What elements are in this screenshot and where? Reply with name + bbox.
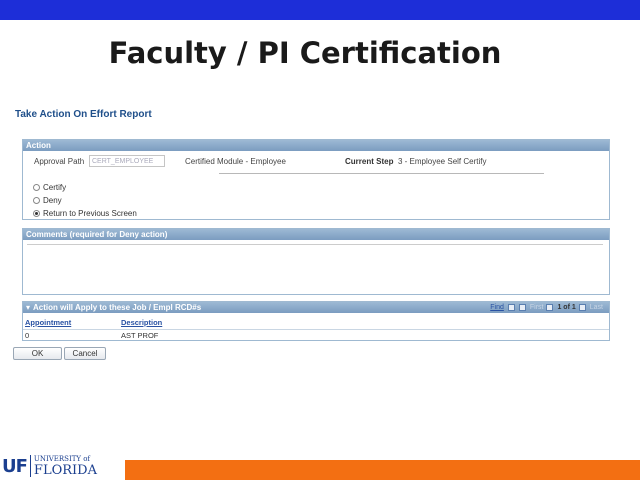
- current-step-label: Current Step: [345, 157, 394, 166]
- radio-certify[interactable]: [33, 184, 40, 191]
- comments-textarea[interactable]: [27, 244, 603, 290]
- cell-description: AST PROF: [121, 331, 159, 340]
- radio-deny[interactable]: [33, 197, 40, 204]
- radio-option-certify[interactable]: Certify: [33, 183, 66, 192]
- first-link[interactable]: First: [530, 302, 544, 313]
- uf-logo: UF UNIVERSITY of FLORIDA: [2, 455, 97, 477]
- jobs-collapse-icon[interactable]: ▾: [26, 302, 30, 313]
- last-link[interactable]: Last: [590, 302, 603, 313]
- jobs-navigation: Find First 1 of 1 Last: [490, 302, 606, 313]
- find-link[interactable]: Find: [490, 302, 504, 313]
- radio-return-label: Return to Previous Screen: [43, 209, 137, 218]
- action-section: Action Approval Path Certified Module - …: [22, 139, 610, 220]
- cancel-button[interactable]: Cancel: [64, 347, 106, 360]
- jobs-section-header: ▾ Action will Apply to these Job / Empl …: [23, 302, 609, 313]
- ok-button[interactable]: OK: [13, 347, 62, 360]
- radio-deny-label: Deny: [43, 196, 62, 205]
- jobs-section-title: Action will Apply to these Job / Empl RC…: [33, 303, 202, 312]
- action-section-header: Action: [23, 140, 609, 151]
- download-icon[interactable]: [518, 304, 526, 311]
- row-count: 1 of 1: [557, 304, 576, 311]
- logo-state: FLORIDA: [33, 463, 97, 478]
- view-all-icon[interactable]: [507, 304, 515, 311]
- comments-section: Comments (required for Deny action): [22, 228, 610, 295]
- comments-section-header: Comments (required for Deny action): [23, 229, 609, 240]
- previous-icon[interactable]: [546, 304, 554, 311]
- radio-return[interactable]: [33, 210, 40, 217]
- radio-certify-label: Certify: [43, 183, 67, 192]
- logo-uf-mark: UF: [2, 455, 28, 477]
- separator-line: [219, 173, 544, 174]
- slide-top-bar: [0, 0, 640, 20]
- radio-option-return[interactable]: Return to Previous Screen: [33, 209, 137, 218]
- slide-title: Faculty / PI Certification: [108, 36, 502, 70]
- radio-option-deny[interactable]: Deny: [33, 196, 62, 205]
- table-header-divider: [23, 329, 609, 330]
- jobs-section: ▾ Action will Apply to these Job / Empl …: [22, 301, 610, 341]
- next-icon[interactable]: [578, 304, 586, 311]
- column-header-appointment[interactable]: Appointment: [25, 318, 71, 327]
- approval-path-field[interactable]: [89, 155, 165, 167]
- column-header-description[interactable]: Description: [121, 318, 162, 327]
- module-text: Certified Module - Employee: [185, 157, 286, 166]
- current-step-value: 3 - Employee Self Certify: [398, 157, 487, 166]
- page-heading: Take Action On Effort Report: [15, 109, 152, 120]
- logo-text: UNIVERSITY of FLORIDA: [29, 455, 97, 478]
- approval-path-label: Approval Path: [34, 157, 85, 166]
- cell-appointment: 0: [25, 331, 30, 340]
- slide-bottom-bar: [125, 460, 640, 480]
